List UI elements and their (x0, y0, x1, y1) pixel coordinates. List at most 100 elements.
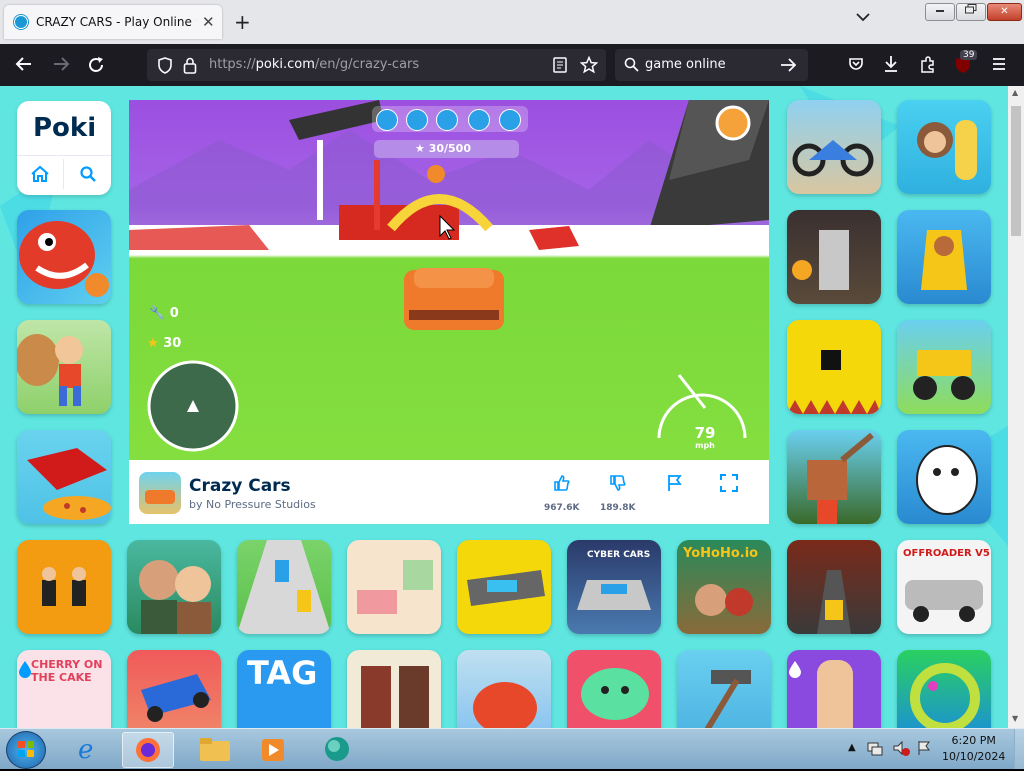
window-close-button[interactable]: ✕ (987, 3, 1022, 21)
downloads-icon[interactable] (883, 55, 899, 76)
game-tile-traffic[interactable] (237, 540, 331, 634)
bookmark-star-icon[interactable] (579, 55, 599, 77)
extension-badge: 39 (960, 50, 978, 60)
ie-taskbar-button[interactable]: e (64, 732, 114, 766)
navigation-toolbar: https://poki.com/en/g/crazy-cars game on… (0, 44, 1024, 86)
game-tile-pixel-duo[interactable] (347, 650, 441, 728)
game-tile-cyber-cars[interactable]: CYBER CARS (567, 540, 661, 634)
forward-arrow-icon[interactable] (52, 56, 70, 77)
tile-label: CYBER CARS (587, 550, 651, 560)
game-tile-room[interactable] (347, 540, 441, 634)
game-tile-stickman-face[interactable] (897, 430, 991, 524)
game-tile-yohoho[interactable]: YoHoHo.io (677, 540, 771, 634)
garage-icon[interactable] (436, 109, 458, 131)
game-tile-offroader[interactable]: OFFROADER V5 (897, 540, 991, 634)
new-tab-button[interactable]: + (234, 10, 251, 34)
settings-gear-icon[interactable] (499, 109, 521, 131)
wings-icon[interactable] (406, 109, 428, 131)
url-text: https://poki.com/en/g/crazy-cars (209, 57, 420, 72)
game-tile-knight[interactable] (787, 210, 881, 304)
start-button[interactable] (6, 731, 46, 769)
window-minimize-button[interactable] (925, 3, 955, 21)
car-icon[interactable] (376, 109, 398, 131)
go-arrow-icon[interactable] (780, 58, 797, 75)
poki-logo-card[interactable]: Poki (17, 101, 111, 195)
volume-muted-icon[interactable] (892, 739, 910, 760)
fullscreen-icon (720, 474, 738, 492)
reload-icon[interactable] (87, 56, 105, 79)
game-tile-pizza-car[interactable] (17, 430, 111, 524)
game-tile-gunmen[interactable] (17, 540, 111, 634)
svg-text:e: e (78, 735, 93, 765)
star-counter: ★ 30 (147, 336, 182, 351)
game-tile-hammer[interactable] (677, 650, 771, 728)
wrench-counter: 🔧 0 (149, 306, 179, 321)
close-tab-icon[interactable]: ✕ (202, 13, 215, 31)
home-icon[interactable] (30, 165, 50, 186)
extensions-puzzle-icon[interactable] (919, 55, 937, 76)
dislike-button[interactable]: 189.8K (600, 474, 635, 513)
reader-view-icon[interactable] (553, 57, 567, 76)
back-arrow-icon[interactable] (15, 56, 33, 77)
scroll-up-arrow-icon[interactable]: ▲ (1012, 88, 1018, 97)
list-tabs-chevron-icon[interactable] (856, 10, 870, 26)
fullscreen-button[interactable] (720, 474, 738, 497)
taskbar-clock[interactable]: 6:20 PM 10/10/2024 (942, 733, 1005, 765)
scroll-down-arrow-icon[interactable]: ▼ (1012, 714, 1018, 723)
search-bar[interactable]: game online (615, 49, 808, 81)
scrollbar-thumb[interactable] (1011, 106, 1021, 236)
search-icon[interactable] (79, 165, 97, 186)
game-tile-tunnel[interactable] (897, 650, 991, 728)
app-taskbar-button[interactable] (312, 732, 362, 766)
game-tile-survivors[interactable] (127, 540, 221, 634)
firefox-taskbar-button[interactable] (122, 732, 174, 768)
explorer-taskbar-button[interactable] (190, 732, 240, 766)
flag-icon (668, 475, 682, 491)
tab-bar: CRAZY CARS - Play Online for Free! ✕ + ✕ (0, 0, 1024, 44)
game-tile-hand[interactable] (787, 650, 881, 728)
report-flag-button[interactable] (667, 474, 683, 497)
pocket-icon[interactable] (848, 56, 864, 75)
game-tile-road-runner[interactable] (787, 540, 881, 634)
app-globe-icon (325, 737, 349, 761)
media-player-taskbar-button[interactable] (248, 732, 298, 766)
search-input[interactable]: game online (645, 57, 726, 72)
poki-logo: Poki (33, 113, 97, 143)
game-tile-geometry[interactable] (787, 320, 881, 414)
shop-icon[interactable] (468, 109, 490, 131)
game-tile-slime[interactable] (567, 650, 661, 728)
star-icon: ★ (147, 336, 159, 351)
tab-title: CRAZY CARS - Play Online for Free! (36, 15, 196, 29)
shield-icon[interactable] (157, 57, 173, 77)
lock-icon[interactable] (183, 57, 197, 77)
game-tile-pharaoh[interactable] (897, 210, 991, 304)
show-hidden-icons-icon[interactable]: ▲ (848, 742, 856, 753)
media-player-icon (262, 739, 284, 761)
page-scrollbar[interactable]: ▲ ▼ (1008, 86, 1024, 728)
window-restore-button[interactable] (956, 3, 986, 21)
browser-tab[interactable]: CRAZY CARS - Play Online for Free! ✕ (4, 5, 222, 39)
game-tile-tag[interactable]: TAG (237, 650, 331, 728)
like-count: 967.6K (544, 503, 580, 513)
action-center-flag-icon[interactable] (916, 739, 932, 760)
game-tile-monster-truck[interactable] (897, 320, 991, 414)
thumbs-up-icon (553, 475, 570, 491)
game-tile-fish[interactable] (17, 210, 111, 304)
star-progress: ★ 30/500 (415, 142, 471, 155)
game-tile-monster-run[interactable] (17, 320, 111, 414)
game-tile-monkey-mart[interactable] (897, 100, 991, 194)
game-tile-blocky-hero[interactable] (787, 430, 881, 524)
show-desktop-button[interactable] (1014, 729, 1024, 769)
game-tile-race-car[interactable] (457, 540, 551, 634)
game-tile-blue-car[interactable] (127, 650, 221, 728)
url-bar[interactable]: https://poki.com/en/g/crazy-cars (147, 49, 606, 81)
tile-label: OFFROADER V5 (903, 548, 990, 559)
network-icon[interactable] (866, 739, 884, 760)
game-tile-cherry-cake[interactable]: CHERRY ON THE CAKE (17, 650, 111, 728)
game-canvas[interactable]: ★ 30/500 🔧 0 ★ 30 79 mph (129, 100, 769, 460)
menu-hamburger-icon[interactable] (991, 57, 1007, 74)
game-tile-moto-x3m[interactable] (787, 100, 881, 194)
game-tile-red-dragon[interactable] (457, 650, 551, 728)
dislike-count: 189.8K (600, 503, 636, 513)
like-button[interactable]: 967.6K (544, 474, 579, 513)
